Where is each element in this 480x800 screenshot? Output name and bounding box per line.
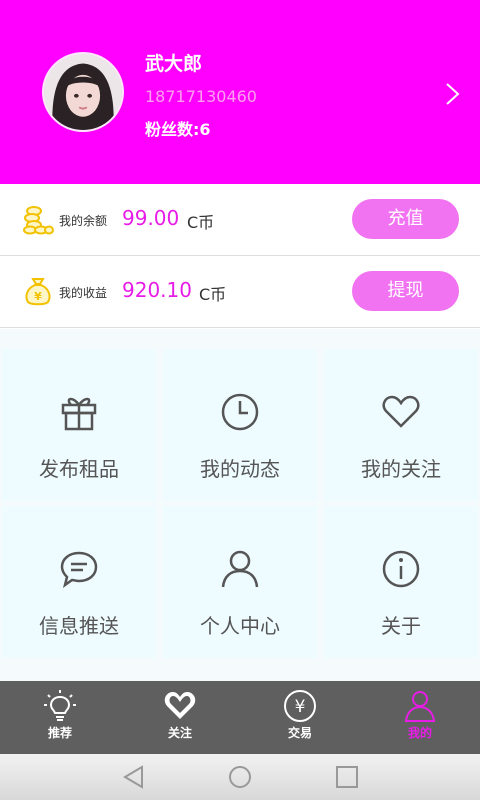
nav-label: 推荐: [47, 726, 72, 740]
heart-icon: [382, 395, 420, 428]
person-icon: [221, 550, 259, 588]
tile-label: 信息推送: [39, 614, 119, 638]
balance-amount: 99.00: [122, 206, 180, 230]
fans-count: 粉丝数:6: [145, 120, 211, 139]
bottom-nav: 推荐 关注 ¥ 交易 我的: [0, 681, 480, 754]
svg-text:¥: ¥: [295, 697, 306, 717]
avatar[interactable]: [42, 52, 124, 132]
nav-label: 交易: [287, 726, 312, 740]
nav-item-mine[interactable]: 我的: [360, 681, 480, 754]
nav-item-trade[interactable]: ¥ 交易: [240, 681, 360, 754]
tile-label: 个人中心: [200, 614, 280, 638]
chat-bubble-icon: [60, 551, 98, 588]
tile-message-push[interactable]: 信息推送: [2, 506, 156, 658]
clock-icon: [221, 393, 259, 431]
income-label: 我的收益: [59, 286, 108, 300]
user-phone: 18717130460: [145, 87, 257, 106]
info-icon: [382, 550, 420, 588]
avatar-photo: [45, 54, 121, 130]
balance-label: 我的余额: [59, 214, 108, 228]
system-nav-bar: [0, 754, 480, 800]
nav-item-follow[interactable]: 关注: [120, 681, 240, 754]
recharge-button[interactable]: 充值: [352, 199, 459, 239]
function-grid: 发布租品 我的动态 我的关注 信息推送 个人中心 关于: [0, 329, 480, 681]
balance-row: 我的余额 99.00 C币 充值: [0, 184, 480, 256]
recents-icon[interactable]: [333, 763, 361, 791]
withdraw-button[interactable]: 提现: [352, 271, 459, 311]
balance-unit: C币: [187, 213, 215, 232]
profile-header[interactable]: 武大郎 18717130460 粉丝数:6: [0, 0, 480, 184]
svg-text:¥: ¥: [34, 290, 42, 303]
money-bag-icon: ¥: [25, 278, 51, 306]
back-icon[interactable]: [120, 763, 148, 791]
nav-item-recommend[interactable]: 推荐: [0, 681, 120, 754]
nav-label: 关注: [167, 726, 192, 740]
tile-about[interactable]: 关于: [324, 506, 478, 658]
income-amount: 920.10: [122, 278, 192, 302]
coins-stack-icon: [23, 206, 54, 235]
person-icon: [404, 691, 436, 722]
income-unit: C币: [199, 285, 227, 304]
income-row: ¥ 我的收益 920.10 C币 提现: [0, 256, 480, 328]
gift-icon: [61, 397, 97, 431]
heart-icon: [164, 692, 196, 719]
tile-label: 关于: [381, 614, 421, 638]
tile-label: 发布租品: [39, 457, 119, 481]
tile-personal-center[interactable]: 个人中心: [163, 506, 317, 658]
lightbulb-icon: [44, 690, 76, 721]
tile-my-activity[interactable]: 我的动态: [163, 349, 317, 501]
chevron-right-icon[interactable]: [441, 81, 463, 107]
yen-circle-icon: ¥: [284, 690, 316, 722]
tile-publish-rental[interactable]: 发布租品: [2, 349, 156, 501]
home-icon[interactable]: [226, 763, 254, 791]
tile-label: 我的关注: [361, 457, 441, 481]
nav-label: 我的: [407, 726, 432, 740]
user-name: 武大郎: [145, 53, 203, 75]
tile-label: 我的动态: [200, 457, 280, 481]
tile-my-follows[interactable]: 我的关注: [324, 349, 478, 501]
